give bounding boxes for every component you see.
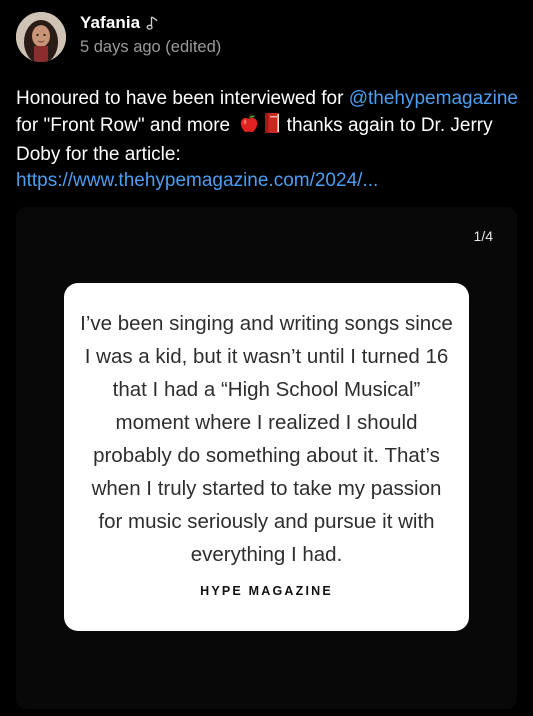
avatar[interactable] xyxy=(16,12,66,62)
carousel-counter: 1/4 xyxy=(473,228,493,244)
article-link[interactable]: https://www.thehypemagazine.com/2024/... xyxy=(16,170,378,191)
music-note-icon xyxy=(146,15,160,31)
mention-link[interactable]: @thehypemagazine xyxy=(349,88,518,109)
post-header: Yafania 5 days ago (edited) xyxy=(16,12,221,64)
caption-middle: for "Front Row" and more xyxy=(16,115,236,136)
quote-text: I’ve been singing and writing songs sinc… xyxy=(80,312,453,566)
book-icon xyxy=(263,112,281,142)
post-timestamp: 5 days ago (edited) xyxy=(80,38,222,56)
username-row: Yafania xyxy=(80,12,221,34)
quote-card: I’ve been singing and writing songs sinc… xyxy=(64,283,469,631)
quote-source: HYPE MAGAZINE xyxy=(200,584,333,598)
username[interactable]: Yafania xyxy=(80,13,140,33)
post-meta: Yafania 5 days ago (edited) xyxy=(80,12,221,57)
post-caption: Honoured to have been interviewed for @t… xyxy=(16,86,526,194)
apple-icon xyxy=(239,113,259,142)
post-view: Yafania 5 days ago (edited) Honoured to … xyxy=(0,0,533,716)
caption-lead: Honoured to have been interviewed for xyxy=(16,88,344,109)
media-carousel[interactable]: 1/4 I’ve been singing and writing songs … xyxy=(16,207,517,709)
